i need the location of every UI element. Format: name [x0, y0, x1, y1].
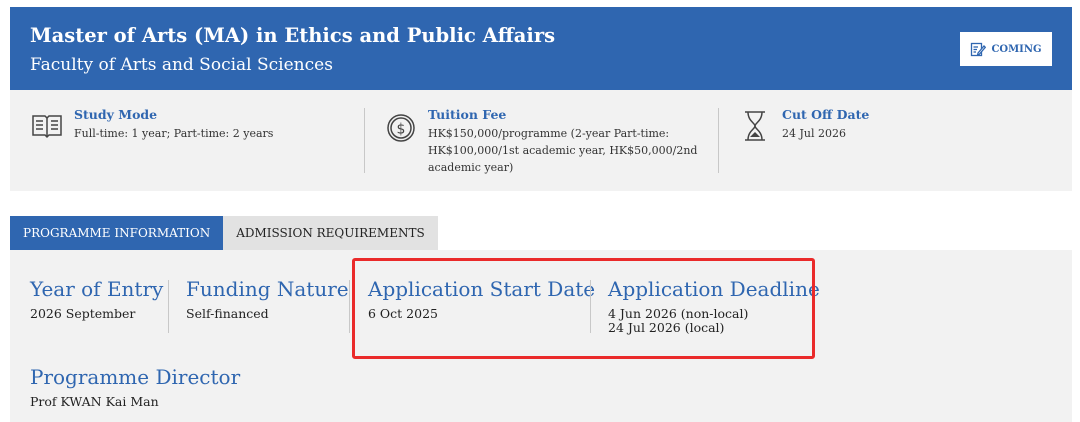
svg-text:$: $	[397, 122, 406, 138]
book-icon	[32, 115, 62, 139]
study-mode-item: Study Mode Full-time: 1 year; Part-time:…	[30, 107, 273, 143]
tuition-fee-line-3: academic year)	[428, 161, 514, 174]
cut-off-date-label: Cut Off Date	[782, 107, 870, 122]
tuition-fee-line-1: HK$150,000/programme (2-year Part-time:	[428, 127, 670, 140]
tuition-fee-item: $ Tuition Fee HK$150,000/programme (2-ye…	[384, 107, 697, 176]
tuition-fee-label: Tuition Fee	[428, 107, 507, 122]
programme-tabs: PROGRAMME INFORMATION ADMISSION REQUIREM…	[10, 216, 438, 250]
programme-title: Master of Arts (MA) in Ethics and Public…	[30, 24, 556, 47]
tuition-fee-line-2: HK$100,000/1st academic year, HK$50,000/…	[428, 144, 698, 157]
tab-admission-requirements[interactable]: ADMISSION REQUIREMENTS	[223, 216, 438, 250]
programme-director-value: Prof KWAN Kai Man	[30, 394, 159, 409]
highlight-box	[352, 258, 815, 359]
tab-programme-information[interactable]: PROGRAMME INFORMATION	[10, 216, 224, 250]
divider	[718, 108, 719, 173]
year-of-entry-label: Year of Entry	[30, 277, 164, 301]
funding-nature-label: Funding Nature	[186, 277, 349, 301]
study-mode-value: Full-time: 1 year; Part-time: 2 years	[74, 127, 274, 140]
programme-director-field: Programme Director Prof KWAN Kai Man	[30, 365, 240, 409]
dollar-coin-icon: $	[387, 114, 415, 142]
divider	[349, 280, 350, 333]
year-of-entry-field: Year of Entry 2026 September	[30, 277, 163, 321]
divider	[364, 108, 365, 173]
cut-off-date-value: 24 Jul 2026	[782, 127, 846, 140]
programme-summary-bar: Study Mode Full-time: 1 year; Part-time:…	[10, 90, 1072, 191]
year-of-entry-value: 2026 September	[30, 306, 136, 321]
funding-nature-value: Self-financed	[186, 306, 269, 321]
programme-director-label: Programme Director	[30, 365, 241, 389]
coming-status-button[interactable]: COMING	[960, 32, 1052, 66]
faculty-name: Faculty of Arts and Social Sciences	[30, 55, 333, 75]
coming-label: COMING	[991, 43, 1042, 55]
edit-icon	[971, 42, 987, 57]
study-mode-label: Study Mode	[74, 107, 158, 122]
cut-off-date-item: Cut Off Date 24 Jul 2026	[738, 107, 869, 143]
funding-nature-field: Funding Nature Self-financed	[186, 277, 349, 321]
divider	[168, 280, 169, 333]
hourglass-icon	[745, 111, 765, 141]
programme-header: Master of Arts (MA) in Ethics and Public…	[10, 7, 1072, 90]
